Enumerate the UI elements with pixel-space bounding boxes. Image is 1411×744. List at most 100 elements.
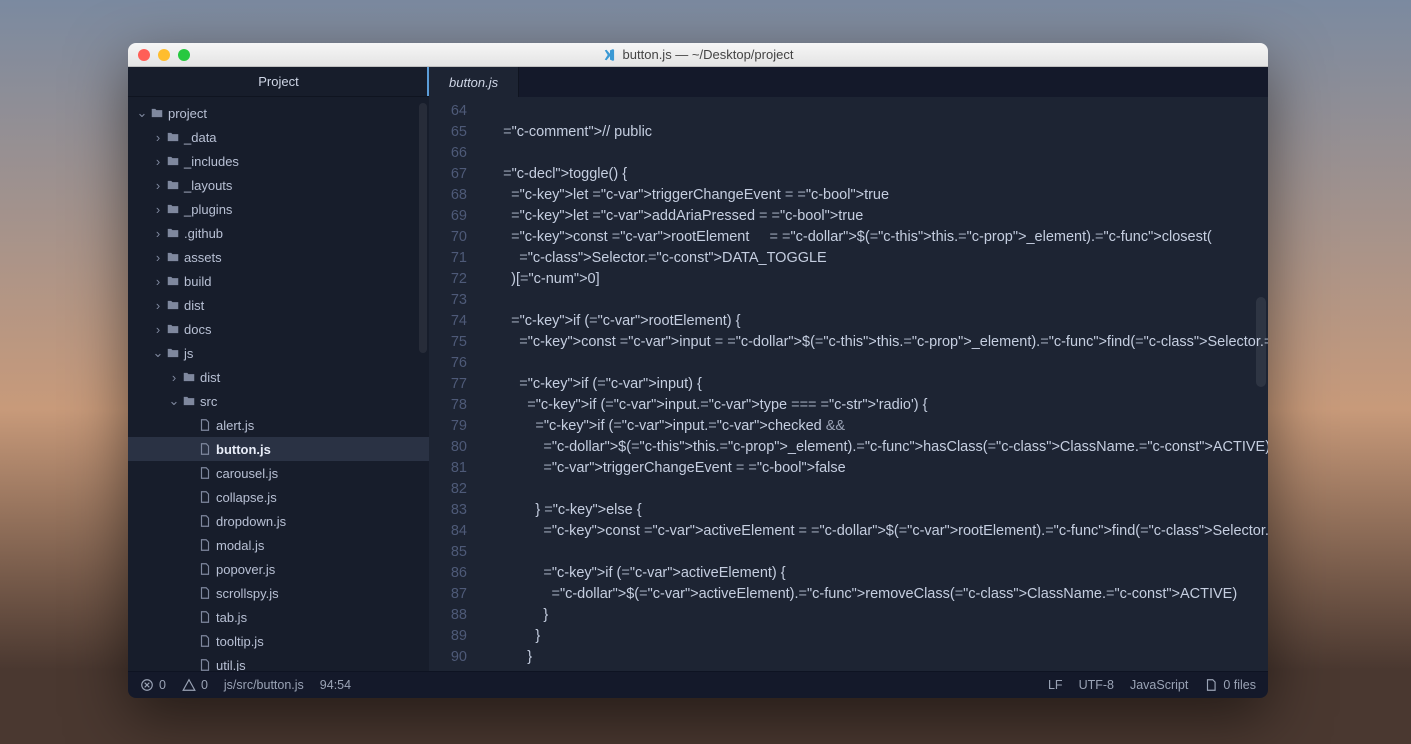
folder-icon xyxy=(164,346,182,360)
tree-item-label: tooltip.js xyxy=(216,634,264,649)
code-line[interactable]: } xyxy=(487,605,1268,626)
status-warnings[interactable]: 0 xyxy=(182,678,208,692)
tree-item-label: carousel.js xyxy=(216,466,278,481)
status-filepath[interactable]: js/src/button.js xyxy=(224,678,304,692)
tree-item-label: alert.js xyxy=(216,418,254,433)
file-tree[interactable]: ⌄project › _data ›_includes›_layouts›_plugi… xyxy=(128,97,429,671)
tree-item-label: src xyxy=(200,394,217,409)
vscode-icon xyxy=(603,48,617,62)
tree-file-tooltip.js[interactable]: tooltip.js xyxy=(128,629,429,653)
code-line[interactable]: ="c-key">if (="c-var">input.="c-var">che… xyxy=(487,416,1268,437)
tree-file-tab.js[interactable]: tab.js xyxy=(128,605,429,629)
code-line[interactable]: } ="c-key">else { xyxy=(487,500,1268,521)
code-line[interactable] xyxy=(487,101,1268,122)
tree-folder-dist[interactable]: ›dist xyxy=(128,365,429,389)
code-line[interactable]: ="c-key">const ="c-var">rootElement = ="… xyxy=(487,227,1268,248)
tree-file-carousel.js[interactable]: carousel.js xyxy=(128,461,429,485)
tree-file-alert.js[interactable]: alert.js xyxy=(128,413,429,437)
code-line[interactable]: } xyxy=(487,626,1268,647)
file-icon xyxy=(196,658,214,671)
code-line[interactable]: ="c-key">let ="c-var">triggerChangeEvent… xyxy=(487,185,1268,206)
chevron-right-icon: › xyxy=(152,322,164,337)
tree-item-label: dropdown.js xyxy=(216,514,286,529)
code-line[interactable] xyxy=(487,542,1268,563)
code-line[interactable]: } xyxy=(487,647,1268,668)
window-zoom-button[interactable] xyxy=(178,49,190,61)
status-eol[interactable]: LF xyxy=(1048,678,1063,692)
code-line[interactable]: ="c-key">const ="c-var">input = ="c-doll… xyxy=(487,332,1268,353)
status-language[interactable]: JavaScript xyxy=(1130,678,1188,692)
tree-folder-dist[interactable]: ›dist xyxy=(128,293,429,317)
sidebar-panel-title[interactable]: Project xyxy=(128,67,429,97)
tree-folder-js[interactable]: ⌄js xyxy=(128,341,429,365)
tree-item-label: _data xyxy=(184,130,217,145)
code-line[interactable] xyxy=(487,668,1268,671)
status-warnings-count: 0 xyxy=(201,678,208,692)
code-line[interactable] xyxy=(487,143,1268,164)
code-line[interactable]: ="c-key">if (="c-var">rootElement) { xyxy=(487,311,1268,332)
tree-folder-_includes[interactable]: ›_includes xyxy=(128,149,429,173)
editor-scrollbar[interactable] xyxy=(1256,297,1266,387)
tree-item-label: build xyxy=(184,274,211,289)
status-errors[interactable]: 0 xyxy=(140,678,166,692)
file-icon xyxy=(196,538,214,552)
folder-icon xyxy=(180,370,198,384)
chevron-right-icon: › xyxy=(152,274,164,289)
code-line[interactable] xyxy=(487,479,1268,500)
code-line[interactable]: ="c-key">let ="c-var">addAriaPressed = =… xyxy=(487,206,1268,227)
code-line[interactable]: ="c-dollar">$(="c-this">this.="c-prop">_… xyxy=(487,437,1268,458)
file-icon xyxy=(196,418,214,432)
code-line[interactable]: ="c-key">if (="c-var">input.="c-var">typ… xyxy=(487,395,1268,416)
tree-file-scrollspy.js[interactable]: scrollspy.js xyxy=(128,581,429,605)
code-area[interactable]: ="c-comment">// public ="c-decl">toggle(… xyxy=(477,97,1268,671)
code-editor[interactable]: 6465666768697071727374757677787980818283… xyxy=(429,97,1268,671)
window-close-button[interactable] xyxy=(138,49,150,61)
tree-folder-_layouts[interactable]: ›_layouts xyxy=(128,173,429,197)
line-gutter: 6465666768697071727374757677787980818283… xyxy=(429,97,477,671)
tree-item-label: scrollspy.js xyxy=(216,586,279,601)
status-encoding[interactable]: UTF-8 xyxy=(1079,678,1114,692)
chevron-right-icon: › xyxy=(152,130,164,145)
sidebar-scrollbar[interactable] xyxy=(419,103,427,353)
code-line[interactable]: ="c-comment">// public xyxy=(487,122,1268,143)
code-line[interactable]: ="c-decl">toggle() { xyxy=(487,164,1268,185)
tree-file-modal.js[interactable]: modal.js xyxy=(128,533,429,557)
tree-file-dropdown.js[interactable]: dropdown.js xyxy=(128,509,429,533)
tree-folder-assets[interactable]: ›assets xyxy=(128,245,429,269)
code-line[interactable]: ="c-var">triggerChangeEvent = ="c-bool">… xyxy=(487,458,1268,479)
titlebar[interactable]: button.js — ~/Desktop/project xyxy=(128,43,1268,67)
tree-root[interactable]: ⌄project xyxy=(128,101,429,125)
file-icon xyxy=(196,562,214,576)
tree-file-util.js[interactable]: util.js xyxy=(128,653,429,671)
tab-button-js[interactable]: button.js xyxy=(429,67,519,97)
tree-folder-docs[interactable]: ›docs xyxy=(128,317,429,341)
code-line[interactable]: )[="c-num">0] xyxy=(487,269,1268,290)
folder-icon xyxy=(164,298,182,312)
code-line[interactable]: ="c-class">Selector.="c-const">DATA_TOGG… xyxy=(487,248,1268,269)
chevron-right-icon: › xyxy=(152,226,164,241)
tree-file-button.js[interactable]: button.js xyxy=(128,437,429,461)
chevron-down-icon: ⌄ xyxy=(168,393,180,409)
status-files[interactable]: 0 files xyxy=(1204,678,1256,692)
tree-folder-_plugins[interactable]: ›_plugins xyxy=(128,197,429,221)
code-line[interactable]: ="c-key">if (="c-var">activeElement) { xyxy=(487,563,1268,584)
tree-folder-src[interactable]: ⌄ src xyxy=(128,389,429,413)
tree-item-label: dist xyxy=(200,370,220,385)
code-line[interactable]: ="c-dollar">$(="c-var">activeElement).="… xyxy=(487,584,1268,605)
tree-folder-.github[interactable]: ›.github xyxy=(128,221,429,245)
tree-file-popover.js[interactable]: popover.js xyxy=(128,557,429,581)
status-cursor[interactable]: 94:54 xyxy=(320,678,351,692)
tree-file-collapse.js[interactable]: collapse.js xyxy=(128,485,429,509)
code-line[interactable]: ="c-key">const ="c-var">activeElement = … xyxy=(487,521,1268,542)
code-line[interactable] xyxy=(487,353,1268,374)
chevron-right-icon: › xyxy=(152,178,164,193)
window-title: button.js — ~/Desktop/project xyxy=(623,47,794,62)
file-icon xyxy=(196,466,214,480)
window-minimize-button[interactable] xyxy=(158,49,170,61)
file-icon xyxy=(196,490,214,504)
code-line[interactable] xyxy=(487,290,1268,311)
editor-window: button.js — ~/Desktop/project Project ⌄p… xyxy=(128,43,1268,698)
tree-folder-_data[interactable]: › _data xyxy=(128,125,429,149)
tree-folder-build[interactable]: › build xyxy=(128,269,429,293)
code-line[interactable]: ="c-key">if (="c-var">input) { xyxy=(487,374,1268,395)
